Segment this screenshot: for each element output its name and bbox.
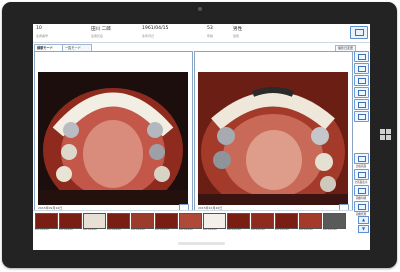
thumbnail-date: 2015/09/10 [155, 228, 169, 231]
patient-name: 田川 二郎 [91, 27, 111, 32]
thumbnail-date: 2015/09/10 [35, 228, 49, 231]
scroll-up-icon[interactable]: ▲ [358, 216, 369, 224]
right-dental-photo[interactable] [198, 72, 348, 205]
tablet-device: 10 患者番号 田川 二郎 患者氏名 1961/04/15 生年月日 53 年齢… [2, 2, 397, 268]
windows-logo-icon[interactable] [380, 129, 391, 140]
thumbnail-date: 2015/10/20 [227, 228, 241, 231]
patient-name-label: 患者氏名 [91, 34, 104, 38]
tab-face-mode[interactable]: 顔貌モード [34, 44, 64, 51]
thumbnail[interactable] [275, 213, 298, 229]
scroll-down-icon[interactable]: ▼ [358, 225, 369, 233]
patient-gender-label: 性別 [233, 34, 240, 38]
side-button-3[interactable] [354, 75, 369, 86]
thumbnail-date: 2015/09/10 [179, 228, 193, 231]
manage-button[interactable] [354, 201, 369, 212]
right-image-pane: 2015年10月20日 [194, 51, 353, 213]
side-button-4[interactable] [354, 87, 369, 98]
thumbnail-date: 2015/09/10 [131, 228, 145, 231]
left-image-pane: 2015年09月10日 [34, 51, 193, 213]
side-button-5[interactable] [354, 99, 369, 110]
thumbnail[interactable] [35, 213, 58, 229]
thumbnail[interactable] [251, 213, 274, 229]
patient-header: 10 患者番号 田川 二郎 患者氏名 1961/04/15 生年月日 53 年齢… [33, 24, 370, 43]
tab-list-mode[interactable]: 一覧モード [62, 44, 92, 51]
thumbnail[interactable] [83, 213, 106, 229]
camera-icon [198, 7, 202, 11]
thumbnail-date: 2015/09/10 [59, 228, 73, 231]
patient-birthdate-label: 生年月日 [142, 34, 155, 38]
side-button-2[interactable] [354, 63, 369, 74]
patient-age-label: 年齢 [207, 34, 214, 38]
bottom-bar [33, 236, 370, 250]
thumbnail-date: 2015/10/20 [275, 228, 289, 231]
compare-button[interactable] [354, 153, 369, 164]
thumbnail-date: 2015/10/20 [323, 228, 337, 231]
fullscreen-label: 全画面表示 [354, 181, 368, 184]
thumbnail-date: 2015/10/20 [251, 228, 265, 231]
print-button[interactable] [354, 185, 369, 196]
fullscreen-button[interactable] [354, 169, 369, 180]
print-label: 画像印刷 [355, 197, 367, 200]
thumbnail-date: 2015/09/10 [107, 228, 121, 231]
thumbnail[interactable] [227, 213, 250, 229]
thumbnail-date: 2015/09/10 [83, 228, 97, 231]
patient-id: 10 [36, 26, 42, 31]
thumbnail-strip: 2015/09/10 2015/09/10 2015/09/10 2015/09… [33, 210, 353, 236]
patient-id-label: 患者番号 [36, 34, 49, 38]
side-button-6[interactable] [354, 111, 369, 122]
patient-gender: 男性 [233, 27, 243, 32]
patient-age: 53 [207, 26, 213, 31]
thumbnail[interactable] [107, 213, 130, 229]
side-toolbar: 比較画面 全画面表示 画像印刷 画像管理 [353, 51, 369, 233]
app-screen: 10 患者番号 田川 二郎 患者氏名 1961/04/15 生年月日 53 年齢… [33, 24, 370, 250]
compare-label: 比較画面 [355, 165, 367, 168]
left-dental-photo[interactable] [38, 72, 188, 205]
home-indicator [178, 242, 225, 245]
side-button-1[interactable] [354, 51, 369, 62]
thumbnail[interactable] [131, 213, 154, 229]
thumbnail[interactable] [179, 213, 202, 229]
thumbnail[interactable] [203, 213, 226, 229]
thumbnail-date: 2015/10/20 [299, 228, 313, 231]
thumbnail-date: 2015/09/10 [203, 228, 217, 231]
switch-patient-button[interactable] [350, 26, 368, 39]
thumbnail[interactable] [155, 213, 178, 229]
thumbnail[interactable] [299, 213, 322, 229]
thumbnail[interactable] [59, 213, 82, 229]
thumbnail[interactable] [323, 213, 346, 229]
patient-birthdate: 1961/04/15 [142, 26, 169, 31]
